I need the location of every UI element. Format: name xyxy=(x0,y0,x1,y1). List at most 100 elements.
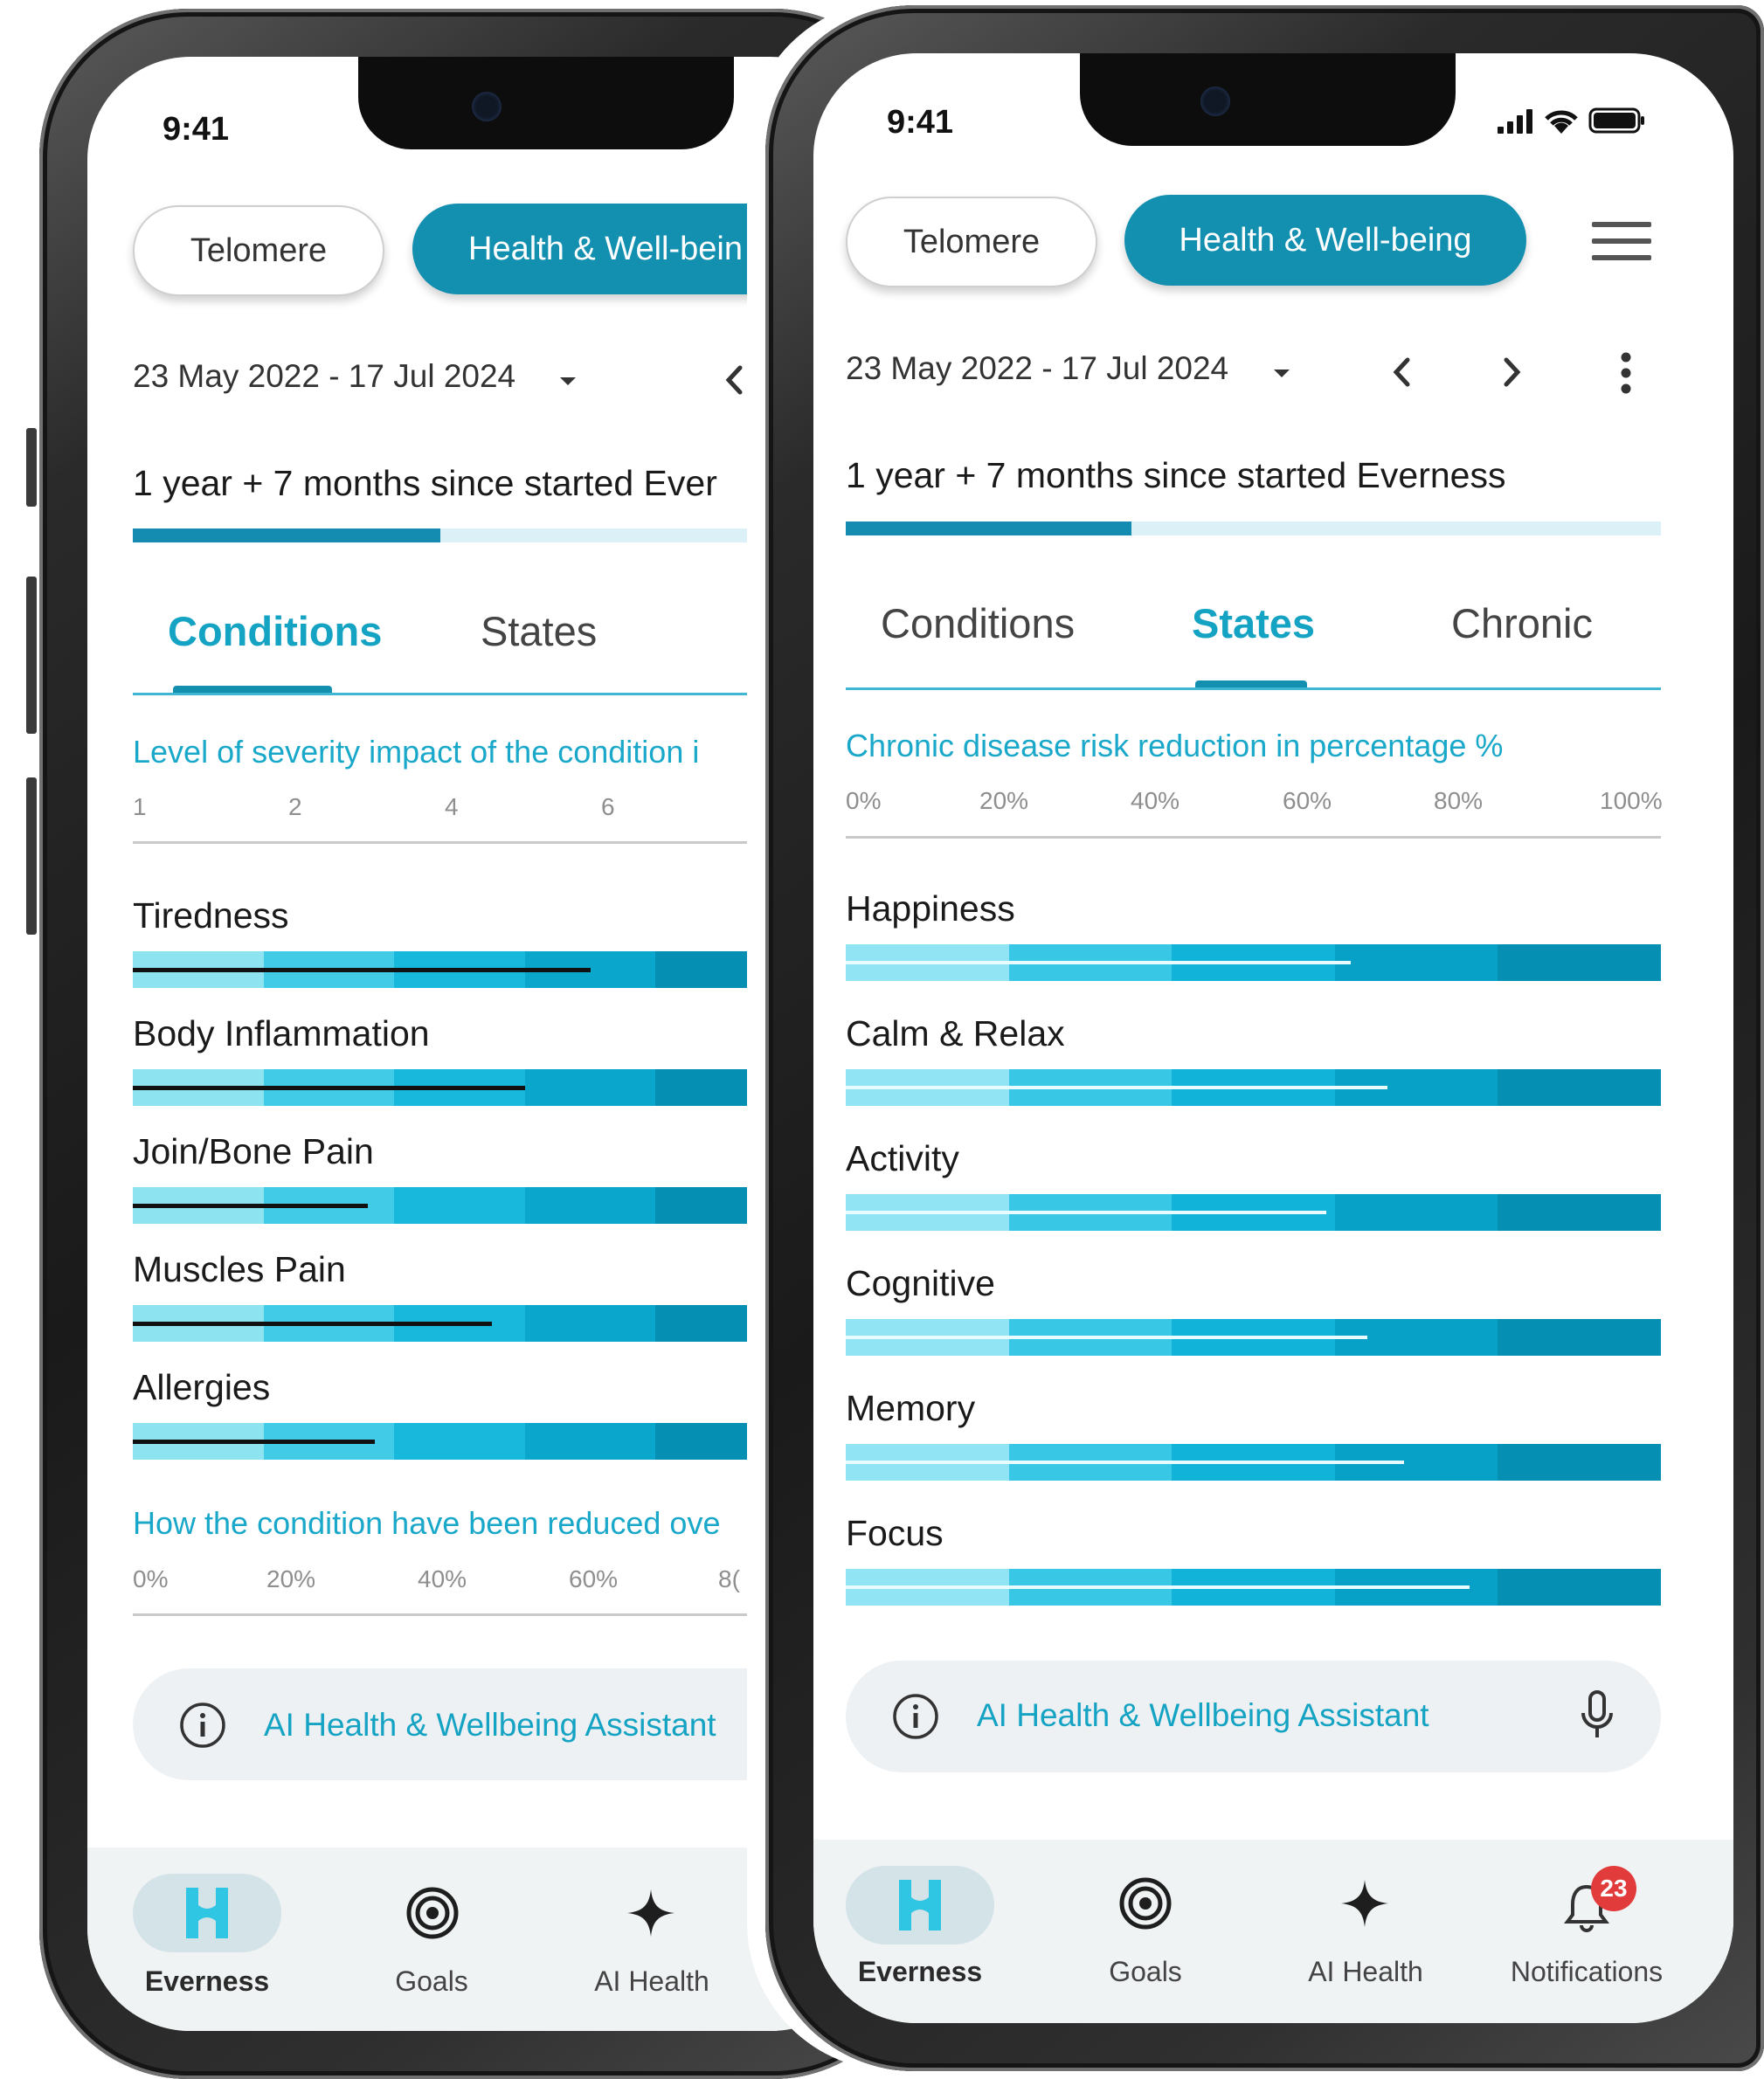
left-nav-ai-health-label[interactable]: AI Health xyxy=(594,1965,709,1998)
state-level-marker xyxy=(846,1336,1367,1339)
state-bar-segment xyxy=(1498,944,1661,981)
left-nav-goals-label[interactable]: Goals xyxy=(395,1965,468,1998)
left-ai-sparkle-icon[interactable] xyxy=(620,1882,681,1944)
state-row-label: Happiness xyxy=(846,888,1015,929)
left-health-wellbeing-pill[interactable]: Health & Well-bein xyxy=(412,204,779,294)
left-pct-tick-0: 0% xyxy=(133,1565,169,1592)
right-dropdown-caret-icon[interactable] xyxy=(1264,356,1299,391)
right-chronic-caption: Chronic disease risk reduction in percen… xyxy=(846,728,1504,763)
condition-level-marker xyxy=(133,1086,525,1090)
left-phone-side-button-3 xyxy=(26,777,37,935)
left-assistant-bar[interactable]: AI Health & Wellbeing Assistant xyxy=(133,1668,832,1780)
left-camera xyxy=(472,92,502,121)
condition-row-label: Allergies xyxy=(133,1367,271,1407)
state-row-label: Cognitive xyxy=(846,1263,995,1303)
condition-bar-segment xyxy=(524,1423,656,1460)
right-nav-notifications-label[interactable]: Notifications xyxy=(1511,1956,1663,1988)
right-tab-conditions[interactable]: Conditions xyxy=(881,599,1075,647)
right-progress-bar xyxy=(846,521,1661,535)
left-dropdown-caret-icon[interactable] xyxy=(550,364,585,399)
state-row-label: Memory xyxy=(846,1388,976,1428)
left-pct-tick-40: 40% xyxy=(418,1565,467,1592)
right-nav-ai-health-label[interactable]: AI Health xyxy=(1308,1956,1423,1988)
state-bar-segment xyxy=(1334,1194,1498,1231)
state-level-marker xyxy=(846,1086,1387,1089)
left-pct-tick-20: 20% xyxy=(266,1565,316,1592)
right-goals-target-icon[interactable] xyxy=(1115,1873,1176,1934)
signal-icon xyxy=(1495,106,1539,137)
right-nav-goals-label[interactable]: Goals xyxy=(1109,1956,1182,1988)
state-bar-segment xyxy=(1498,1069,1661,1106)
left-everness-logo-icon xyxy=(183,1884,232,1942)
right-pct-tick-80: 80% xyxy=(1434,787,1484,814)
right-nav-everness[interactable] xyxy=(846,1866,994,1944)
right-pct-tick-60: 60% xyxy=(1283,787,1332,814)
right-chevron-right-icon[interactable] xyxy=(1491,350,1534,394)
right-pct-axis xyxy=(846,836,1661,839)
state-bar-segment xyxy=(1498,1194,1661,1231)
right-everness-logo-icon xyxy=(896,1876,944,1934)
right-chevron-left-icon[interactable] xyxy=(1380,350,1423,394)
more-vertical-icon[interactable] xyxy=(1608,349,1643,397)
left-goals-target-icon[interactable] xyxy=(402,1882,463,1944)
right-pct-tick-20: 20% xyxy=(979,787,1029,814)
left-tab-divider xyxy=(133,693,786,695)
state-level-marker xyxy=(846,1461,1404,1464)
left-notch xyxy=(358,57,734,149)
condition-row-label: Body Inflammation xyxy=(133,1013,430,1053)
condition-bar-segment xyxy=(524,1187,656,1224)
right-camera xyxy=(1200,86,1230,116)
left-tab-conditions[interactable]: Conditions xyxy=(168,607,382,655)
wifi-icon xyxy=(1541,104,1581,137)
right-tab-chronic[interactable]: Chronic xyxy=(1451,599,1593,647)
state-bar-segment xyxy=(1498,1569,1661,1606)
right-tab-divider xyxy=(846,687,1661,690)
right-notch xyxy=(1080,53,1456,146)
left-info-icon xyxy=(178,1701,227,1750)
right-since-started-text: 1 year + 7 months since started Everness xyxy=(846,455,1506,495)
state-level-marker xyxy=(846,961,1351,964)
right-pct-tick-0: 0% xyxy=(846,787,882,814)
condition-level-marker xyxy=(133,1440,375,1444)
left-scale-tick-1: 1 xyxy=(133,793,147,820)
condition-level-marker xyxy=(133,1322,492,1326)
condition-level-marker xyxy=(133,1204,368,1208)
right-info-icon xyxy=(891,1692,940,1741)
right-date-range[interactable]: 23 May 2022 - 17 Jul 2024 xyxy=(846,350,1228,387)
condition-row-label: Tiredness xyxy=(133,895,289,936)
right-nav-everness-label: Everness xyxy=(857,1956,983,1987)
right-telomere-pill[interactable]: Telomere xyxy=(846,197,1097,287)
left-pct-tick-60: 60% xyxy=(569,1565,619,1592)
state-bar-segment xyxy=(1498,1444,1661,1481)
state-bar-segment xyxy=(1498,1319,1661,1356)
right-bottom-nav: Everness Goals AI Health 23 Notification… xyxy=(813,1840,1733,2023)
right-ai-sparkle-icon[interactable] xyxy=(1334,1873,1395,1934)
left-progress-bar xyxy=(133,528,786,542)
state-row-label: Calm & Relax xyxy=(846,1013,1065,1053)
left-tab-states[interactable]: States xyxy=(481,607,597,655)
state-row-label: Activity xyxy=(846,1138,959,1178)
battery-icon xyxy=(1587,106,1648,135)
left-telomere-pill[interactable]: Telomere xyxy=(133,205,384,296)
left-pct-tick-80: 8( xyxy=(718,1565,740,1592)
right-assistant-label: AI Health & Wellbeing Assistant xyxy=(977,1697,1429,1733)
right-assistant-bar[interactable]: AI Health & Wellbeing Assistant xyxy=(846,1661,1661,1772)
hamburger-menu-icon[interactable] xyxy=(1587,215,1657,267)
condition-level-marker xyxy=(133,968,591,972)
right-tab-indicator xyxy=(1195,680,1307,687)
state-level-marker xyxy=(846,1211,1326,1214)
right-pct-tick-100: 100% xyxy=(1600,787,1663,814)
notification-count-badge: 23 xyxy=(1591,1866,1636,1911)
left-assistant-label: AI Health & Wellbeing Assistant xyxy=(264,1707,716,1743)
right-tab-states[interactable]: States xyxy=(1192,599,1315,647)
left-date-range[interactable]: 23 May 2022 - 17 Jul 2024 xyxy=(133,358,515,395)
right-status-time: 9:41 xyxy=(887,104,954,141)
state-level-marker xyxy=(846,1585,1470,1589)
condition-row-label: Join/Bone Pain xyxy=(133,1131,374,1171)
condition-row-label: Muscles Pain xyxy=(133,1249,346,1289)
right-health-wellbeing-pill[interactable]: Health & Well-being xyxy=(1124,195,1526,286)
left-severity-caption: Level of severity impact of the conditio… xyxy=(133,734,700,770)
microphone-icon[interactable] xyxy=(1571,1687,1623,1744)
right-phone-frame: 9:41 Telomere Health & Well-being 23 May… xyxy=(765,5,1764,2071)
left-nav-everness[interactable] xyxy=(133,1874,281,1952)
